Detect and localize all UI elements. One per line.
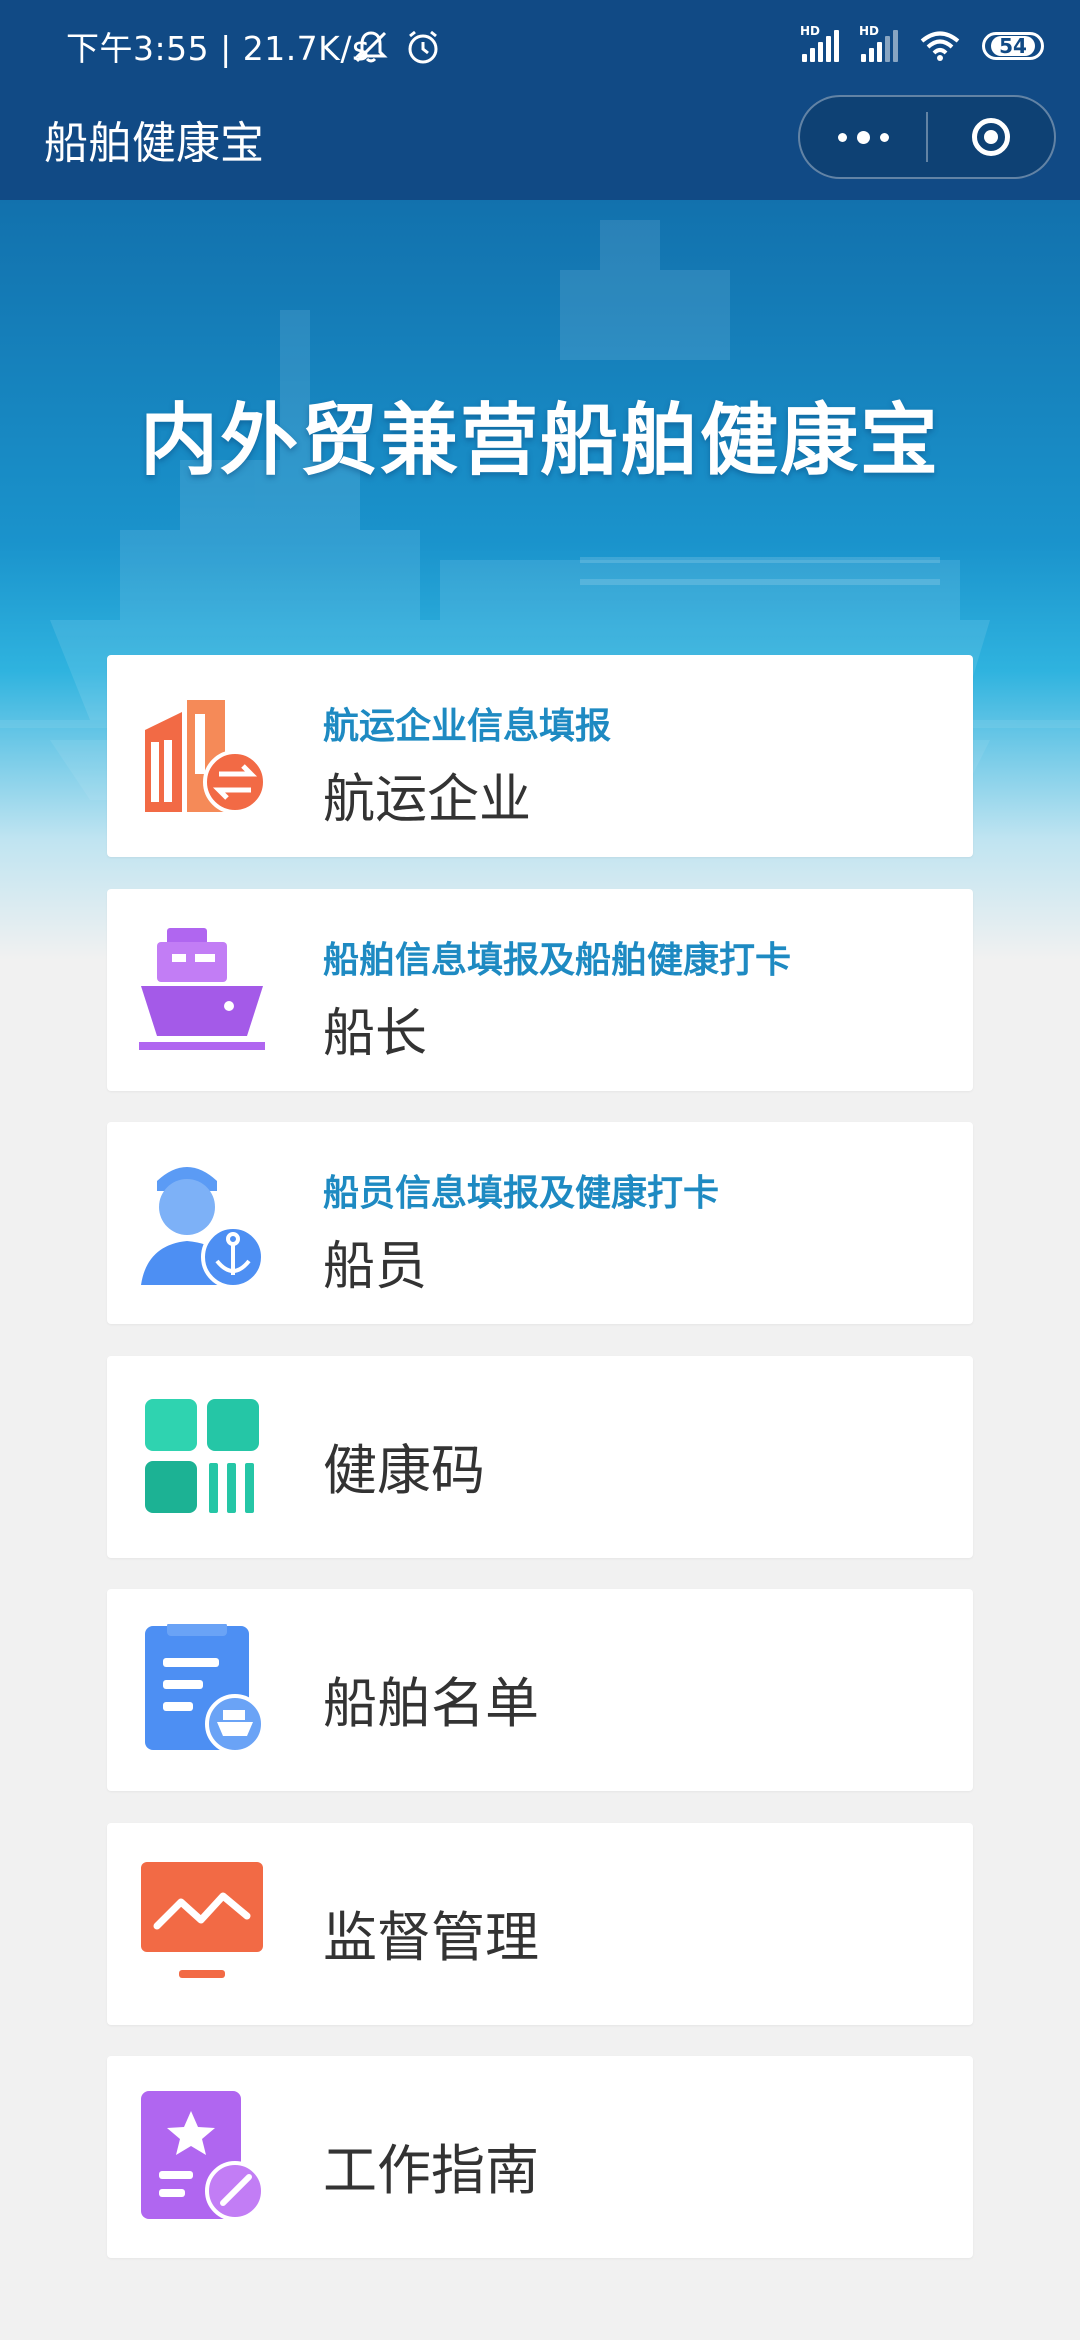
card-title: 工作指南	[323, 2139, 539, 2202]
building-exchange-icon	[145, 700, 267, 814]
title-bar: 船舶健康宝	[0, 95, 1080, 200]
target-circle-icon	[972, 118, 1010, 156]
hd-label: HD	[800, 24, 821, 38]
banner-title: 内外贸兼营船舶健康宝	[139, 396, 940, 486]
more-button[interactable]	[800, 97, 926, 177]
hd-label-2: HD	[859, 24, 880, 38]
card-captain[interactable]: 船舶信息填报及船舶健康打卡 船长	[107, 889, 973, 1091]
screen: 下午3:55 | 21.7K/s HD HD 54 船舶健康宝 内外贸兼营船舶健…	[0, 0, 1080, 2340]
card-health-code[interactable]: 健康码	[107, 1356, 973, 1558]
mute-bell-icon	[354, 31, 388, 63]
ship-icon	[139, 928, 265, 1050]
alarm-clock-icon	[408, 30, 438, 64]
card-title: 航运企业	[323, 770, 532, 830]
signal-1-icon: HD	[800, 24, 839, 62]
card-work-guide[interactable]: 工作指南	[107, 2056, 973, 2258]
battery-icon: 54	[982, 32, 1044, 60]
card-subtitle: 航运企业信息填报	[323, 706, 612, 747]
card-subtitle: 船舶信息填报及船舶健康打卡	[323, 940, 792, 981]
guide-star-icon	[141, 2091, 265, 2221]
status-bar: 下午3:55 | 21.7K/s HD HD 54	[0, 0, 1080, 95]
card-title: 船舶名单	[323, 1672, 539, 1735]
card-title: 监督管理	[323, 1906, 539, 1969]
more-dots-icon	[837, 130, 889, 144]
health-code-icon	[145, 1399, 259, 1513]
signal-2-icon: HD	[859, 24, 898, 62]
mini-program-capsule	[798, 95, 1056, 179]
battery-level: 54	[991, 36, 1035, 56]
card-title: 船员	[323, 1237, 428, 1297]
status-time-speed: 下午3:55 | 21.7K/s	[66, 29, 370, 68]
monitor-chart-icon	[141, 1862, 263, 1978]
card-shipping-company[interactable]: 航运企业信息填报 航运企业	[107, 655, 973, 857]
card-crew[interactable]: 船员信息填报及健康打卡 船员	[107, 1122, 973, 1324]
crew-anchor-icon	[141, 1167, 265, 1287]
close-miniprogram-button[interactable]	[928, 97, 1054, 177]
app-title: 船舶健康宝	[44, 118, 264, 169]
card-supervision[interactable]: 监督管理	[107, 1823, 973, 2025]
card-subtitle: 船员信息填报及健康打卡	[323, 1173, 720, 1214]
card-title: 船长	[323, 1004, 428, 1064]
card-ship-list[interactable]: 船舶名单	[107, 1589, 973, 1791]
ship-list-icon	[145, 1624, 265, 1754]
wifi-icon	[920, 31, 960, 61]
status-icons: HD HD 54	[800, 24, 1044, 68]
card-title: 健康码	[323, 1439, 485, 1502]
